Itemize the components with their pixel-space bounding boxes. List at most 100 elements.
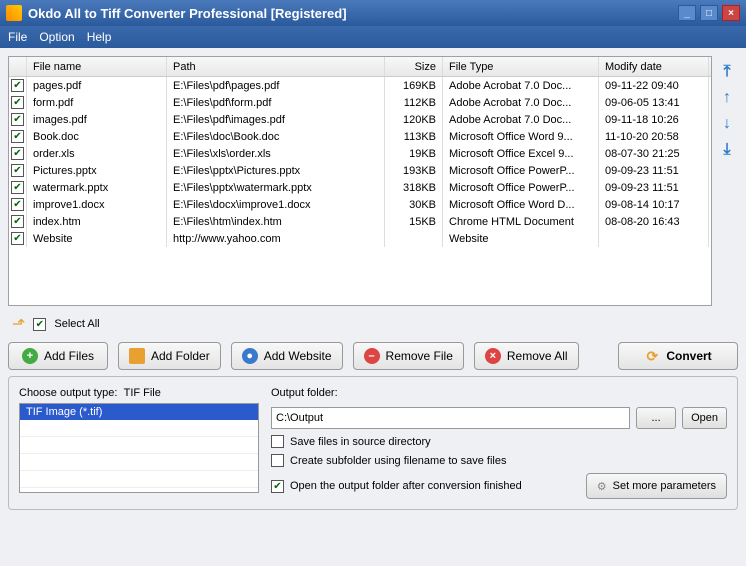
minimize-button[interactable]: _ xyxy=(678,5,696,21)
cell-date: 11-10-20 20:58 xyxy=(599,128,709,145)
set-more-parameters-button[interactable]: ⚙Set more parameters xyxy=(586,473,727,499)
menu-help[interactable]: Help xyxy=(87,30,112,44)
cell-size: 112KB xyxy=(385,94,443,111)
row-checkbox[interactable] xyxy=(11,215,24,228)
select-all-checkbox[interactable] xyxy=(33,318,46,331)
cell-path: E:\Files\htm\index.htm xyxy=(167,213,385,230)
browse-button[interactable]: ... xyxy=(636,407,676,429)
open-after-checkbox[interactable] xyxy=(271,480,284,493)
cell-name: Pictures.pptx xyxy=(27,162,167,179)
cell-date: 09-06-05 13:41 xyxy=(599,94,709,111)
move-bottom-button[interactable]: ⤓ xyxy=(717,140,737,160)
table-row[interactable]: improve1.docxE:\Files\docx\improve1.docx… xyxy=(9,196,711,213)
close-button[interactable]: × xyxy=(722,5,740,21)
cell-date: 09-11-22 09:40 xyxy=(599,77,709,94)
cell-name: index.htm xyxy=(27,213,167,230)
table-row[interactable]: Book.docE:\Files\doc\Book.doc113KBMicros… xyxy=(9,128,711,145)
minus-icon: – xyxy=(364,348,380,364)
cell-path: E:\Files\pptx\watermark.pptx xyxy=(167,179,385,196)
cell-type: Adobe Acrobat 7.0 Doc... xyxy=(443,77,599,94)
cell-name: Book.doc xyxy=(27,128,167,145)
table-row[interactable]: images.pdfE:\Files\pdf\images.pdf120KBAd… xyxy=(9,111,711,128)
cell-size: 120KB xyxy=(385,111,443,128)
cell-path: E:\Files\pdf\images.pdf xyxy=(167,111,385,128)
cell-size: 19KB xyxy=(385,145,443,162)
open-folder-button[interactable]: Open xyxy=(682,407,727,429)
row-checkbox[interactable] xyxy=(11,164,24,177)
row-checkbox[interactable] xyxy=(11,79,24,92)
output-folder-input[interactable] xyxy=(271,407,630,429)
table-row[interactable]: index.htmE:\Files\htm\index.htm15KBChrom… xyxy=(9,213,711,230)
row-checkbox[interactable] xyxy=(11,181,24,194)
menu-file[interactable]: File xyxy=(8,30,27,44)
file-grid[interactable]: File name Path Size File Type Modify dat… xyxy=(8,56,712,306)
cell-date: 09-08-14 10:17 xyxy=(599,196,709,213)
move-top-button[interactable]: ⤒ xyxy=(717,62,737,82)
cell-date: 09-09-23 11:51 xyxy=(599,179,709,196)
cell-date: 09-09-23 11:51 xyxy=(599,162,709,179)
cell-date xyxy=(599,230,709,247)
menu-option[interactable]: Option xyxy=(39,30,74,44)
cell-type: Microsoft Office PowerP... xyxy=(443,162,599,179)
remove-all-button[interactable]: ×Remove All xyxy=(474,342,579,370)
cell-type: Microsoft Office Word D... xyxy=(443,196,599,213)
col-size[interactable]: Size xyxy=(385,57,443,76)
cell-size: 113KB xyxy=(385,128,443,145)
output-folder-label: Output folder: xyxy=(271,387,727,399)
menubar: File Option Help xyxy=(0,26,746,48)
folder-up-icon[interactable]: ⬏ xyxy=(12,314,25,334)
titlebar: Okdo All to Tiff Converter Professional … xyxy=(0,0,746,26)
add-folder-button[interactable]: Add Folder xyxy=(118,342,221,370)
table-row[interactable]: Pictures.pptxE:\Files\pptx\Pictures.pptx… xyxy=(9,162,711,179)
col-type[interactable]: File Type xyxy=(443,57,599,76)
row-checkbox[interactable] xyxy=(11,198,24,211)
row-checkbox[interactable] xyxy=(11,113,24,126)
cell-date: 09-11-18 10:26 xyxy=(599,111,709,128)
maximize-button[interactable]: □ xyxy=(700,5,718,21)
output-type-list[interactable]: TIF Image (*.tif) xyxy=(19,403,259,493)
cell-path: E:\Files\pptx\Pictures.pptx xyxy=(167,162,385,179)
select-all-label: Select All xyxy=(54,318,99,330)
table-row[interactable]: pages.pdfE:\Files\pdf\pages.pdf169KBAdob… xyxy=(9,77,711,94)
cell-date: 08-08-20 16:43 xyxy=(599,213,709,230)
move-down-button[interactable]: ↓ xyxy=(717,114,737,134)
cell-size: 318KB xyxy=(385,179,443,196)
output-type-option[interactable]: TIF Image (*.tif) xyxy=(20,404,258,420)
cell-path: E:\Files\xls\order.xls xyxy=(167,145,385,162)
cell-type: Adobe Acrobat 7.0 Doc... xyxy=(443,94,599,111)
cell-size: 30KB xyxy=(385,196,443,213)
table-row[interactable]: form.pdfE:\Files\pdf\form.pdf112KBAdobe … xyxy=(9,94,711,111)
cell-type: Website xyxy=(443,230,599,247)
cell-name: Website xyxy=(27,230,167,247)
add-files-button[interactable]: +Add Files xyxy=(8,342,108,370)
move-up-button[interactable]: ↑ xyxy=(717,88,737,108)
cell-size: 169KB xyxy=(385,77,443,94)
col-name[interactable]: File name xyxy=(27,57,167,76)
opt3-label: Open the output folder after conversion … xyxy=(290,480,522,492)
row-checkbox[interactable] xyxy=(11,96,24,109)
add-website-button[interactable]: ●Add Website xyxy=(231,342,343,370)
col-date[interactable]: Modify date xyxy=(599,57,709,76)
cell-type: Adobe Acrobat 7.0 Doc... xyxy=(443,111,599,128)
cell-size xyxy=(385,230,443,247)
col-path[interactable]: Path xyxy=(167,57,385,76)
create-subfolder-checkbox[interactable] xyxy=(271,454,284,467)
remove-file-button[interactable]: –Remove File xyxy=(353,342,464,370)
row-checkbox[interactable] xyxy=(11,130,24,143)
folder-icon xyxy=(129,348,145,364)
row-checkbox[interactable] xyxy=(11,232,24,245)
cell-name: images.pdf xyxy=(27,111,167,128)
save-in-source-checkbox[interactable] xyxy=(271,435,284,448)
x-icon: × xyxy=(485,348,501,364)
opt1-label: Save files in source directory xyxy=(290,436,431,448)
table-row[interactable]: Websitehttp://www.yahoo.comWebsite xyxy=(9,230,711,247)
cell-path: E:\Files\pdf\form.pdf xyxy=(167,94,385,111)
convert-button[interactable]: ⟳Convert xyxy=(618,342,738,370)
cell-size: 193KB xyxy=(385,162,443,179)
cell-type: Microsoft Office PowerP... xyxy=(443,179,599,196)
row-checkbox[interactable] xyxy=(11,147,24,160)
table-row[interactable]: watermark.pptxE:\Files\pptx\watermark.pp… xyxy=(9,179,711,196)
table-row[interactable]: order.xlsE:\Files\xls\order.xls19KBMicro… xyxy=(9,145,711,162)
cell-type: Chrome HTML Document xyxy=(443,213,599,230)
plus-icon: + xyxy=(22,348,38,364)
